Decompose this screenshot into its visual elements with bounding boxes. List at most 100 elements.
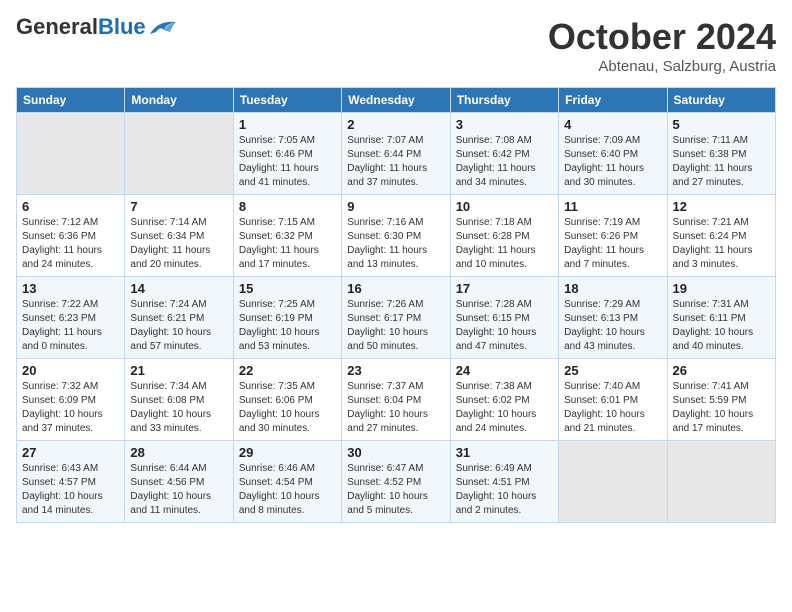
day-info: Sunrise: 7:21 AM Sunset: 6:24 PM Dayligh… [673, 216, 770, 272]
day-number: 19 [673, 281, 770, 296]
calendar-cell: 16 Sunrise: 7:26 AM Sunset: 6:17 PM Dayli… [342, 277, 450, 359]
day-info: Sunrise: 7:08 AM Sunset: 6:42 PM Dayligh… [456, 134, 553, 190]
day-info: Sunrise: 7:07 AM Sunset: 6:44 PM Dayligh… [347, 134, 444, 190]
day-info: Sunrise: 7:15 AM Sunset: 6:32 PM Dayligh… [239, 216, 336, 272]
calendar-cell: 13 Sunrise: 7:22 AM Sunset: 6:23 PM Dayli… [17, 277, 125, 359]
day-number: 21 [130, 363, 227, 378]
day-info: Sunrise: 7:41 AM Sunset: 5:59 PM Dayligh… [673, 380, 770, 436]
calendar-week-row: 20 Sunrise: 7:32 AM Sunset: 6:09 PM Dayli… [17, 359, 776, 441]
calendar-body: 1 Sunrise: 7:05 AM Sunset: 6:46 PM Daylig… [17, 113, 776, 523]
day-info: Sunrise: 7:28 AM Sunset: 6:15 PM Dayligh… [456, 298, 553, 354]
logo: GeneralBlue [16, 16, 178, 38]
day-number: 10 [456, 199, 553, 214]
calendar-cell: 23 Sunrise: 7:37 AM Sunset: 6:04 PM Dayli… [342, 359, 450, 441]
day-number: 2 [347, 117, 444, 132]
day-number: 28 [130, 445, 227, 460]
day-info: Sunrise: 7:11 AM Sunset: 6:38 PM Dayligh… [673, 134, 770, 190]
logo-bird-icon [148, 16, 178, 38]
weekday-header-cell: Wednesday [342, 88, 450, 113]
calendar-cell: 29Sunrise: 6:46 AM Sunset: 4:54 PM Dayli… [233, 441, 341, 523]
calendar-cell: 25 Sunrise: 7:40 AM Sunset: 6:01 PM Dayli… [559, 359, 667, 441]
day-info: Sunrise: 7:19 AM Sunset: 6:26 PM Dayligh… [564, 216, 661, 272]
calendar-cell: 14 Sunrise: 7:24 AM Sunset: 6:21 PM Dayli… [125, 277, 233, 359]
day-info: Sunrise: 7:31 AM Sunset: 6:11 PM Dayligh… [673, 298, 770, 354]
day-info: Sunrise: 7:25 AM Sunset: 6:19 PM Dayligh… [239, 298, 336, 354]
logo-text: GeneralBlue [16, 16, 146, 38]
calendar-cell: 4Sunrise: 7:09 AM Sunset: 6:40 PM Daylig… [559, 113, 667, 195]
day-number: 12 [673, 199, 770, 214]
calendar-cell: 6 Sunrise: 7:12 AM Sunset: 6:36 PM Daylig… [17, 195, 125, 277]
day-number: 9 [347, 199, 444, 214]
calendar-week-row: 6 Sunrise: 7:12 AM Sunset: 6:36 PM Daylig… [17, 195, 776, 277]
day-number: 25 [564, 363, 661, 378]
calendar-table: SundayMondayTuesdayWednesdayThursdayFrid… [16, 87, 776, 523]
weekday-header-cell: Sunday [17, 88, 125, 113]
weekday-header-cell: Saturday [667, 88, 775, 113]
calendar-cell: 27 Sunrise: 6:43 AM Sunset: 4:57 PM Dayli… [17, 441, 125, 523]
weekday-header-cell: Friday [559, 88, 667, 113]
day-number: 13 [22, 281, 119, 296]
day-info: Sunrise: 7:05 AM Sunset: 6:46 PM Dayligh… [239, 134, 336, 190]
day-info: Sunrise: 7:34 AM Sunset: 6:08 PM Dayligh… [130, 380, 227, 436]
day-number: 5 [673, 117, 770, 132]
page-header: GeneralBlue October 2024 Abtenau, Salzbu… [16, 16, 776, 75]
calendar-cell: 12 Sunrise: 7:21 AM Sunset: 6:24 PM Dayli… [667, 195, 775, 277]
day-info: Sunrise: 7:32 AM Sunset: 6:09 PM Dayligh… [22, 380, 119, 436]
day-number: 16 [347, 281, 444, 296]
calendar-cell [667, 441, 775, 523]
day-info: Sunrise: 7:35 AM Sunset: 6:06 PM Dayligh… [239, 380, 336, 436]
day-number: 30 [347, 445, 444, 460]
day-info: Sunrise: 7:16 AM Sunset: 6:30 PM Dayligh… [347, 216, 444, 272]
day-number: 24 [456, 363, 553, 378]
calendar-cell: 22 Sunrise: 7:35 AM Sunset: 6:06 PM Dayli… [233, 359, 341, 441]
day-number: 3 [456, 117, 553, 132]
day-number: 8 [239, 199, 336, 214]
day-number: 27 [22, 445, 119, 460]
calendar-cell: 15 Sunrise: 7:25 AM Sunset: 6:19 PM Dayli… [233, 277, 341, 359]
calendar-cell: 1 Sunrise: 7:05 AM Sunset: 6:46 PM Daylig… [233, 113, 341, 195]
day-number: 14 [130, 281, 227, 296]
day-number: 29 [239, 445, 336, 460]
day-number: 4 [564, 117, 661, 132]
day-number: 26 [673, 363, 770, 378]
day-info: Sunrise: 6:43 AM Sunset: 4:57 PM Dayligh… [22, 462, 119, 518]
calendar-cell: 17Sunrise: 7:28 AM Sunset: 6:15 PM Dayli… [450, 277, 558, 359]
weekday-header-row: SundayMondayTuesdayWednesdayThursdayFrid… [17, 88, 776, 113]
calendar-cell: 24 Sunrise: 7:38 AM Sunset: 6:02 PM Dayli… [450, 359, 558, 441]
weekday-header-cell: Monday [125, 88, 233, 113]
calendar-cell: 3 Sunrise: 7:08 AM Sunset: 6:42 PM Daylig… [450, 113, 558, 195]
day-info: Sunrise: 7:14 AM Sunset: 6:34 PM Dayligh… [130, 216, 227, 272]
calendar-cell: 18Sunrise: 7:29 AM Sunset: 6:13 PM Dayli… [559, 277, 667, 359]
calendar-title: October 2024 [548, 16, 776, 58]
day-info: Sunrise: 7:40 AM Sunset: 6:01 PM Dayligh… [564, 380, 661, 436]
day-number: 6 [22, 199, 119, 214]
title-block: October 2024 Abtenau, Salzburg, Austria [548, 16, 776, 75]
day-number: 23 [347, 363, 444, 378]
day-info: Sunrise: 7:37 AM Sunset: 6:04 PM Dayligh… [347, 380, 444, 436]
day-info: Sunrise: 6:47 AM Sunset: 4:52 PM Dayligh… [347, 462, 444, 518]
calendar-week-row: 13 Sunrise: 7:22 AM Sunset: 6:23 PM Dayli… [17, 277, 776, 359]
calendar-week-row: 27 Sunrise: 6:43 AM Sunset: 4:57 PM Dayli… [17, 441, 776, 523]
calendar-cell [125, 113, 233, 195]
calendar-cell: 21 Sunrise: 7:34 AM Sunset: 6:08 PM Dayli… [125, 359, 233, 441]
day-number: 22 [239, 363, 336, 378]
day-info: Sunrise: 7:22 AM Sunset: 6:23 PM Dayligh… [22, 298, 119, 354]
day-number: 7 [130, 199, 227, 214]
day-info: Sunrise: 7:24 AM Sunset: 6:21 PM Dayligh… [130, 298, 227, 354]
day-number: 1 [239, 117, 336, 132]
day-info: Sunrise: 7:38 AM Sunset: 6:02 PM Dayligh… [456, 380, 553, 436]
calendar-cell: 20 Sunrise: 7:32 AM Sunset: 6:09 PM Dayli… [17, 359, 125, 441]
calendar-week-row: 1 Sunrise: 7:05 AM Sunset: 6:46 PM Daylig… [17, 113, 776, 195]
calendar-cell: 10Sunrise: 7:18 AM Sunset: 6:28 PM Dayli… [450, 195, 558, 277]
day-info: Sunrise: 7:12 AM Sunset: 6:36 PM Dayligh… [22, 216, 119, 272]
day-number: 31 [456, 445, 553, 460]
weekday-header-cell: Tuesday [233, 88, 341, 113]
weekday-header-cell: Thursday [450, 88, 558, 113]
day-number: 15 [239, 281, 336, 296]
day-info: Sunrise: 6:49 AM Sunset: 4:51 PM Dayligh… [456, 462, 553, 518]
day-info: Sunrise: 7:26 AM Sunset: 6:17 PM Dayligh… [347, 298, 444, 354]
calendar-cell: 30 Sunrise: 6:47 AM Sunset: 4:52 PM Dayli… [342, 441, 450, 523]
day-number: 20 [22, 363, 119, 378]
calendar-cell: 5 Sunrise: 7:11 AM Sunset: 6:38 PM Daylig… [667, 113, 775, 195]
calendar-cell: 9 Sunrise: 7:16 AM Sunset: 6:30 PM Daylig… [342, 195, 450, 277]
